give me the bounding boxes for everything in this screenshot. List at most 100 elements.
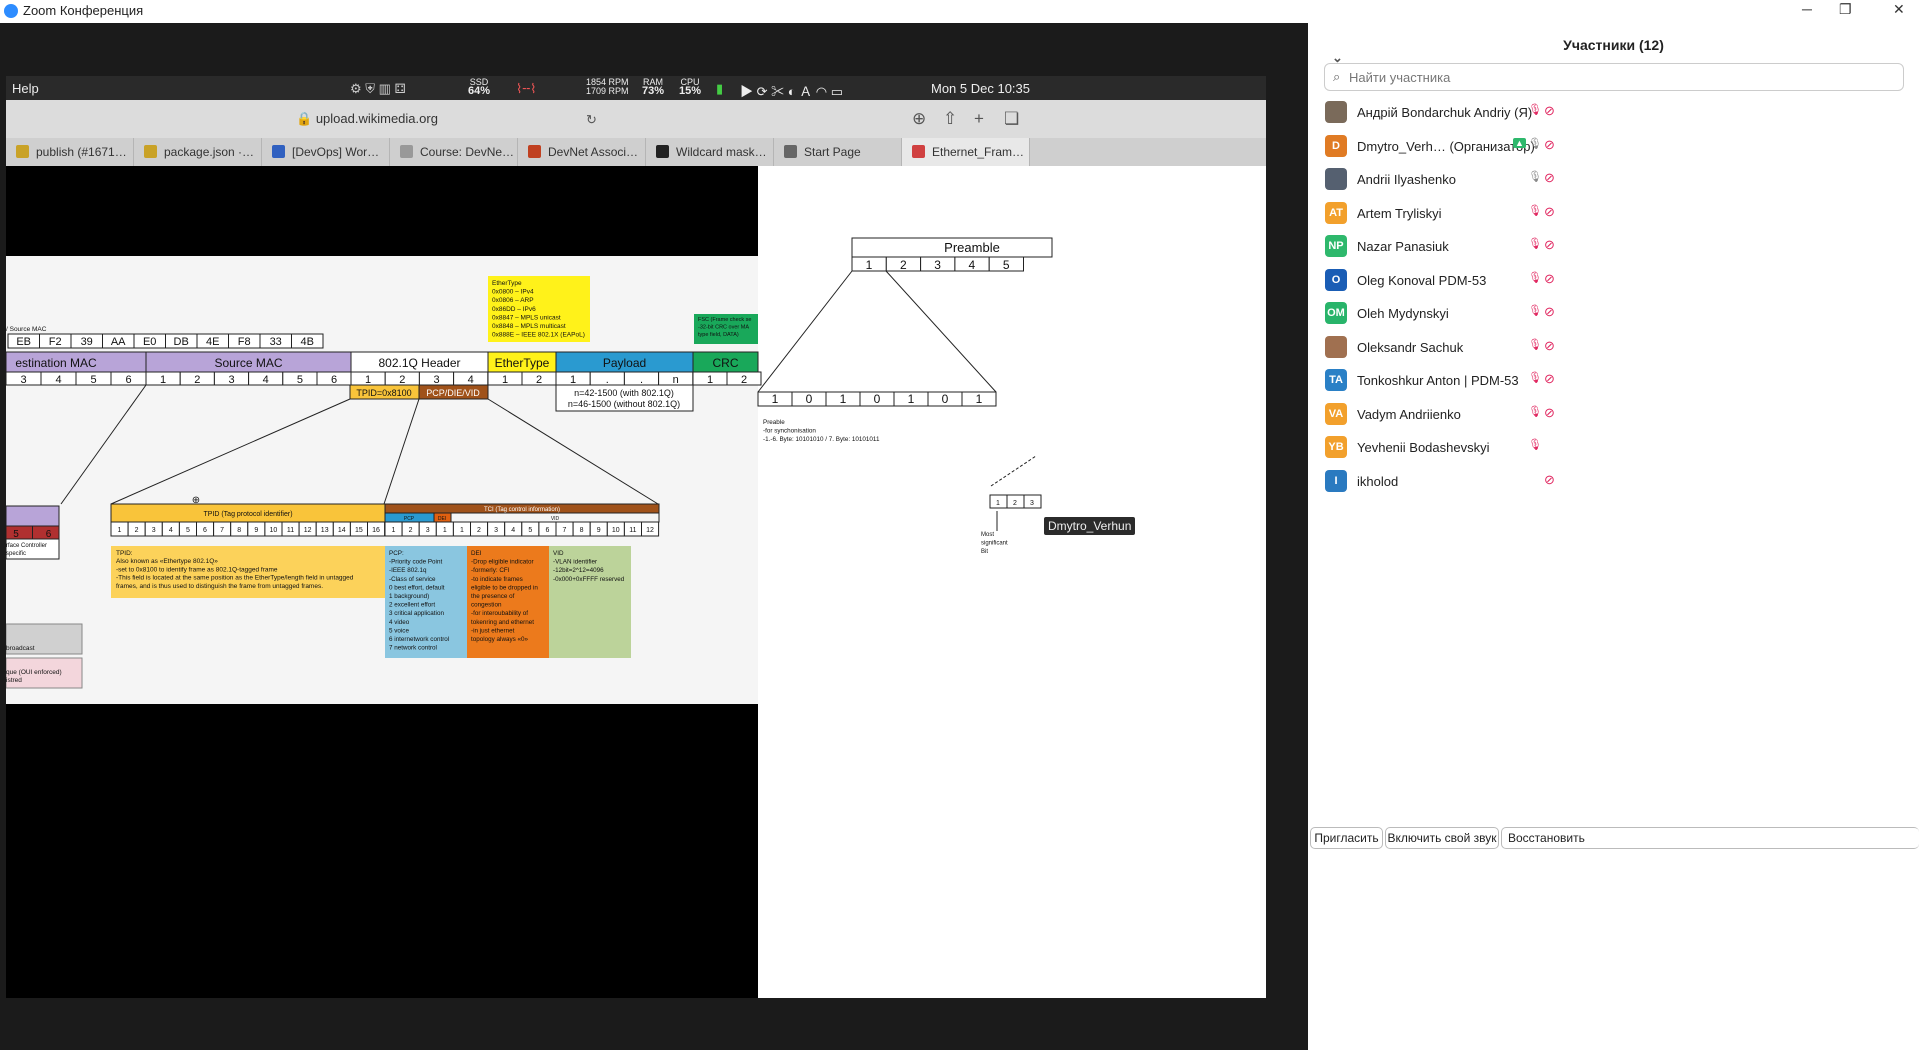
- participant-row[interactable]: D Dmytro_Verh… (Организатор) ▲ 🎙 ⊘: [1308, 130, 1919, 164]
- field-number-label: .: [640, 374, 643, 386]
- ethertype-note-line: 0x888E – IEEE 802.1X (EAPoL): [492, 332, 585, 339]
- participant-row[interactable]: NP Nazar Panasiuk 🎙 ⊘: [1308, 230, 1919, 264]
- restore-window-icon[interactable]: ❐: [1839, 1, 1852, 18]
- mic-icon[interactable]: 🎙: [1528, 137, 1542, 150]
- bit-label: 12: [304, 527, 312, 534]
- favicon-icon: [400, 145, 413, 158]
- participant-row[interactable]: VA Vadym Andriienko 🎙 ⊘: [1308, 398, 1919, 432]
- dei-desc-line: congestion: [471, 602, 502, 609]
- vid-desc-line: -0x000+0xFFFF reserved: [553, 576, 625, 583]
- menu-help[interactable]: Help: [12, 81, 39, 96]
- search-participants-input[interactable]: ⌕ Найти участника: [1324, 63, 1904, 91]
- unmute-self-button[interactable]: Включить свой звук: [1385, 827, 1499, 849]
- tpid-desc-line: -This field is located at the same posit…: [116, 575, 354, 582]
- browser-tab[interactable]: [DevOps] Wor…: [262, 138, 390, 166]
- mic-muted-icon[interactable]: 🎙: [1528, 304, 1542, 317]
- tabs-overview-icon[interactable]: ❏: [1004, 109, 1019, 129]
- menubar-clock: Mon 5 Dec 10:35: [931, 81, 1031, 96]
- tab-label: Course: DevNe…: [420, 145, 515, 159]
- browser-tab[interactable]: Course: DevNe…: [390, 138, 518, 166]
- browser-tab[interactable]: Ethernet_Fram…: [902, 138, 1030, 166]
- browser-toolbar: 🔒 upload.wikimedia.org ↻ ⊕ ⇧ + ❏: [6, 100, 1266, 138]
- camera-off-icon[interactable]: ⊘: [1544, 103, 1555, 119]
- camera-off-icon[interactable]: ⊘: [1544, 304, 1555, 320]
- bit-label: 6: [203, 527, 207, 534]
- participant-row[interactable]: Oleksandr Sachuk 🎙 ⊘: [1308, 331, 1919, 365]
- dei-desc-line: DEI: [471, 550, 482, 557]
- ethernet-frame-diagram: EtherType 0x0800 – IPv40x0806 – ARP 0x86DD…: [6, 166, 1266, 998]
- mic-muted-icon[interactable]: 🎙: [1528, 338, 1542, 351]
- bit-label: 3: [152, 527, 156, 534]
- camera-off-icon[interactable]: ⊘: [1544, 338, 1555, 354]
- dei-desc-line: tokenring and ethernet: [471, 619, 534, 626]
- sfd-bit-label: 1: [996, 500, 1000, 507]
- bit-label: 13: [321, 527, 329, 534]
- pcp-desc-line: 7 network control: [389, 645, 437, 652]
- new-tab-icon[interactable]: +: [974, 109, 984, 129]
- field-number-label: 1: [570, 374, 576, 386]
- camera-off-icon[interactable]: ⊘: [1544, 170, 1555, 186]
- mic-icon[interactable]: 🎙: [1528, 170, 1542, 183]
- download-icon[interactable]: ⊕: [912, 109, 926, 129]
- participant-name: Tonkoshkur Anton | PDM-53: [1357, 373, 1519, 388]
- tab-label: DevNet Associ…: [548, 145, 639, 159]
- browser-tab[interactable]: Start Page: [774, 138, 902, 166]
- msb-line: Most: [981, 532, 994, 538]
- reload-icon[interactable]: ↻: [586, 112, 597, 128]
- camera-off-icon[interactable]: ⊘: [1544, 204, 1555, 220]
- preamble-desc-line: Preable: [763, 419, 785, 426]
- participant-row[interactable]: Iikholod ⊘: [1308, 465, 1919, 499]
- participant-row[interactable]: TA Tonkoshkur Anton | PDM-53 🎙 ⊘: [1308, 364, 1919, 398]
- payload-note-line: n=46-1500 (without 802.1Q): [568, 399, 680, 409]
- browser-tab[interactable]: DevNet Associ…: [518, 138, 646, 166]
- bit-label: 3: [494, 527, 498, 534]
- mic-muted-icon[interactable]: 🎙: [1528, 371, 1542, 384]
- invite-button[interactable]: Пригласить: [1310, 827, 1383, 849]
- tab-label: publish (#1671…: [36, 145, 127, 159]
- oui-line: istred: [6, 677, 22, 684]
- preamble-bit-label: 0: [874, 392, 881, 406]
- mic-muted-icon[interactable]: 🎙: [1528, 204, 1542, 217]
- mic-muted-icon[interactable]: 🎙: [1528, 237, 1542, 250]
- browser-tab[interactable]: Wildcard mask…: [646, 138, 774, 166]
- field-number-label: 1: [707, 374, 713, 386]
- close-icon[interactable]: ✕: [1893, 1, 1905, 18]
- camera-off-icon[interactable]: ⊘: [1544, 237, 1555, 253]
- fcs-note-line: -32-bit CRC over MA: [698, 325, 749, 331]
- restore-button[interactable]: Восстановить: [1501, 827, 1919, 849]
- broadcast-label: broadcast: [6, 645, 35, 652]
- participant-name: Yevhenii Bodashevskyi: [1357, 440, 1490, 455]
- pcp-short-label: PCP/DIE/VID: [426, 388, 480, 398]
- camera-off-icon[interactable]: ⊘: [1544, 137, 1555, 153]
- minimize-icon[interactable]: ─: [1802, 1, 1812, 17]
- browser-tab[interactable]: publish (#1671…: [6, 138, 134, 166]
- participant-row[interactable]: AT Artem Tryliskyi 🎙 ⊘: [1308, 197, 1919, 231]
- camera-off-icon[interactable]: ⊘: [1544, 405, 1555, 421]
- mic-muted-icon[interactable]: 🎙: [1528, 103, 1542, 116]
- pcp-small-label: PCP: [404, 516, 415, 522]
- participant-row[interactable]: Andrii Ilyashenko 🎙 ⊘: [1308, 163, 1919, 197]
- field-number-label: 4: [55, 374, 61, 386]
- participant-row[interactable]: YB Yevhenii Bodashevskyi 🎙: [1308, 431, 1919, 465]
- mic-muted-icon[interactable]: 🎙: [1528, 405, 1542, 418]
- mic-muted-icon[interactable]: 🎙: [1528, 271, 1542, 284]
- preamble-number-label: 3: [934, 258, 941, 272]
- address-bar[interactable]: 🔒 upload.wikimedia.org: [296, 111, 438, 127]
- browser-tab[interactable]: package.json ·…: [134, 138, 262, 166]
- field-number-label: n: [673, 374, 679, 386]
- participants-title: Участники (12): [1563, 37, 1664, 53]
- bit-label: 10: [612, 527, 620, 534]
- field-number-label: 1: [365, 374, 371, 386]
- participant-row[interactable]: Андрій Bondarchuk Andriy (Я) 🎙 ⊘: [1308, 96, 1919, 130]
- participant-row[interactable]: O Oleg Konoval PDM-53 🎙 ⊘: [1308, 264, 1919, 298]
- participant-row[interactable]: OM Oleh Mydynskyi 🎙 ⊘: [1308, 297, 1919, 331]
- share-icon[interactable]: ⇧: [943, 109, 957, 129]
- preamble-desc-line: -for synchonisation: [763, 428, 816, 435]
- camera-off-icon[interactable]: ⊘: [1544, 271, 1555, 287]
- mic-muted-icon[interactable]: 🎙: [1528, 438, 1542, 451]
- favicon-icon: [16, 145, 29, 158]
- preamble-title: Preamble: [944, 240, 1000, 255]
- camera-off-icon[interactable]: ⊘: [1544, 371, 1555, 387]
- bit-label: 14: [338, 527, 346, 534]
- camera-off-icon[interactable]: ⊘: [1544, 472, 1555, 488]
